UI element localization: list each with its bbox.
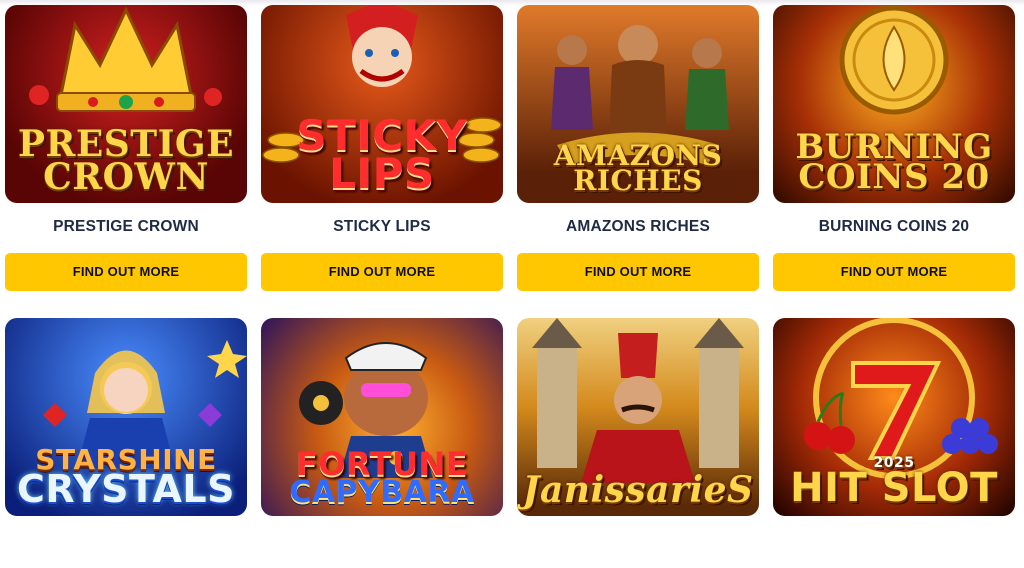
game-card: STICKY LIPS STICKY LIPS FIND OUT MORE [261, 5, 503, 291]
game-logo: STARSHINE CRYSTALS [17, 442, 235, 511]
game-title: AMAZONS RICHES [565, 218, 711, 235]
game-card: JanissarieS [517, 318, 759, 516]
game-thumbnail[interactable]: STARSHINE CRYSTALS [5, 318, 247, 516]
game-title: PRESTIGE CROWN [53, 218, 199, 235]
find-out-more-button[interactable]: FIND OUT MORE [773, 253, 1015, 291]
find-out-more-button[interactable]: FIND OUT MORE [261, 253, 503, 291]
game-title: BURNING COINS 20 [818, 218, 970, 235]
game-thumbnail[interactable]: JanissarieS [517, 318, 759, 516]
game-thumbnail[interactable]: 2025 HIT SLOT [773, 318, 1015, 516]
game-card: STARSHINE CRYSTALS [5, 318, 247, 516]
game-logo: STICKY LIPS [296, 111, 468, 199]
game-logo: FORTUNE CAPYBARA [289, 445, 475, 510]
game-thumbnail[interactable]: FORTUNE CAPYBARA [261, 318, 503, 516]
game-card: AMAZONS RICHES AMAZONS RICHES FIND OUT MO… [517, 5, 759, 291]
game-logo: 2025 HIT SLOT [790, 455, 998, 511]
find-out-more-button[interactable]: FIND OUT MORE [5, 253, 247, 291]
game-logo: PRESTIGE CROWN [17, 123, 235, 198]
game-thumbnail[interactable]: BURNING COINS 20 [773, 5, 1015, 203]
game-title: STICKY LIPS [333, 218, 431, 235]
game-thumbnail[interactable]: STICKY LIPS [261, 5, 503, 203]
game-card: FORTUNE CAPYBARA [261, 318, 503, 516]
game-card: BURNING COINS 20 BURNING COINS 20 FIND OU… [773, 5, 1015, 291]
game-logo: BURNING COINS 20 [795, 126, 993, 198]
game-card: PRESTIGE CROWN PRESTIGE CROWN FIND OUT MO… [5, 5, 247, 291]
game-thumbnail[interactable]: AMAZONS RICHES [517, 5, 759, 203]
game-logo: AMAZONS RICHES [553, 138, 723, 197]
game-card: 2025 HIT SLOT [773, 318, 1015, 516]
game-logo: JanissarieS [522, 468, 754, 511]
game-thumbnail[interactable]: PRESTIGE CROWN [5, 5, 247, 203]
find-out-more-button[interactable]: FIND OUT MORE [517, 253, 759, 291]
